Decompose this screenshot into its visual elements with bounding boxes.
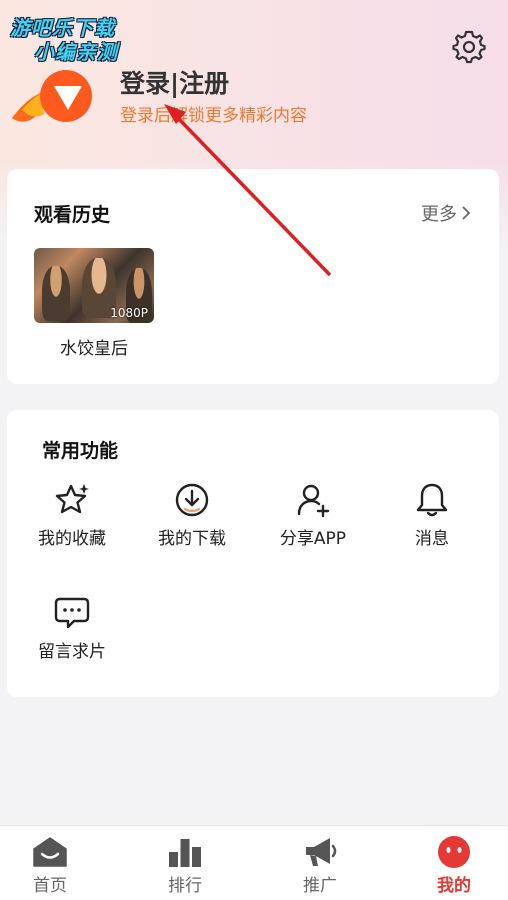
tab-mine[interactable]: 我的 [404, 836, 504, 896]
star-icon [55, 484, 89, 514]
downloads-button[interactable]: 我的下载 [137, 482, 247, 549]
home-icon [33, 837, 67, 867]
history-item-title[interactable]: 水饺皇后 [34, 334, 154, 359]
watermark-logo-icon [12, 70, 92, 122]
thumbnail-figure [42, 266, 70, 321]
messages-button[interactable]: 消息 [377, 482, 487, 549]
tab-ranking-label: 排行 [168, 876, 202, 896]
common-functions-card: 常用功能 我的收藏 我的下载 分享APP 消息 留言求片 [7, 410, 499, 697]
login-register-link[interactable]: 登录|注册 [120, 64, 229, 100]
settings-button[interactable] [452, 30, 486, 64]
download-icon [175, 483, 209, 517]
megaphone-icon [306, 838, 337, 866]
tab-home[interactable]: 首页 [0, 836, 100, 896]
share-app-button[interactable]: 分享APP [258, 482, 368, 549]
video-thumbnail[interactable]: 1080P [34, 248, 154, 323]
message-icon [54, 597, 90, 629]
gear-icon [452, 30, 486, 64]
tab-promotion-label: 推广 [303, 876, 337, 896]
favorites-button[interactable]: 我的收藏 [17, 482, 127, 549]
bottom-tab-bar: 首页 排行 推广 我的 [0, 825, 508, 900]
add-user-icon [297, 484, 330, 518]
share-app-label: 分享APP [279, 529, 347, 549]
tab-mine-label: 我的 [437, 876, 471, 896]
messages-label: 消息 [415, 529, 449, 549]
favorites-label: 我的收藏 [38, 529, 106, 549]
bell-icon [416, 483, 448, 517]
more-label: 更多 [421, 204, 457, 225]
request-movie-label: 留言求片 [38, 642, 106, 662]
history-section-title: 观看历史 [34, 204, 111, 226]
tab-ranking[interactable]: 排行 [135, 836, 235, 896]
request-movie-button[interactable]: 留言求片 [17, 595, 127, 662]
history-more-link[interactable]: 更多 [421, 200, 471, 226]
login-subtitle: 登录后解锁更多精彩内容 [120, 106, 307, 126]
chevron-right-icon [462, 206, 471, 220]
history-item[interactable]: 1080P 水饺皇后 [34, 248, 154, 359]
history-card: 观看历史 更多 1080P 水饺皇后 [7, 169, 499, 384]
tab-home-label: 首页 [33, 876, 67, 896]
quality-badge: 1080P [110, 306, 148, 320]
profile-icon [438, 836, 470, 868]
tools-section-title: 常用功能 [42, 440, 119, 462]
bar-chart-icon [169, 839, 201, 867]
tab-promotion[interactable]: 推广 [270, 836, 370, 896]
downloads-label: 我的下载 [158, 529, 226, 549]
